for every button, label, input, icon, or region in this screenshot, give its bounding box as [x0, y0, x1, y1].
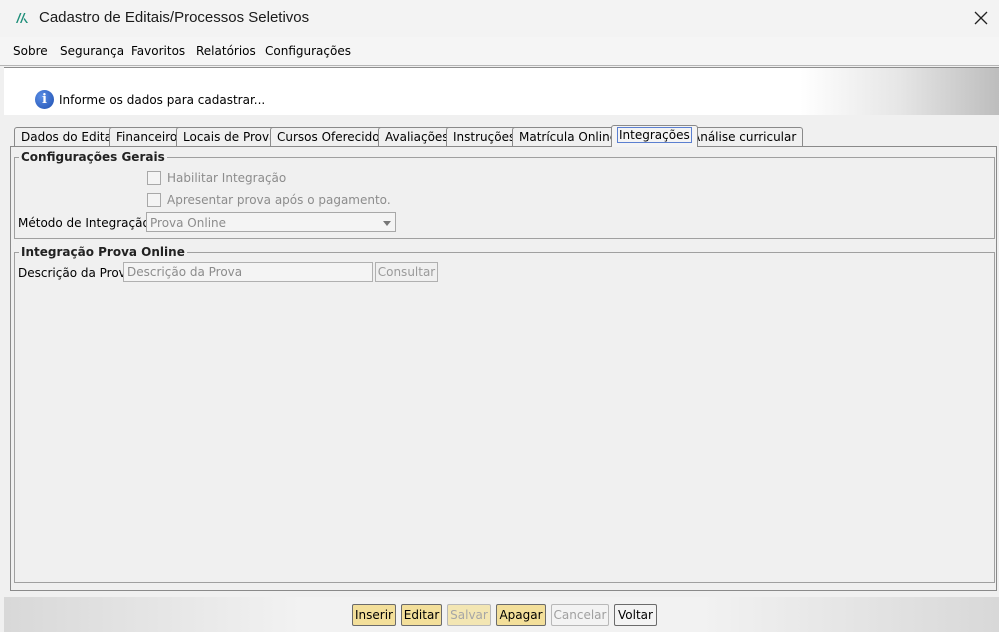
- descricao-prova-input[interactable]: Descrição da Prova: [123, 262, 373, 282]
- menu-seguranca[interactable]: Segurança: [60, 44, 124, 58]
- descricao-prova-label: Descrição da Prova:: [18, 266, 138, 280]
- tab-cursos-oferecidos[interactable]: Cursos Oferecidos: [270, 127, 393, 147]
- apresentar-prova-box[interactable]: [147, 193, 161, 207]
- voltar-button[interactable]: Voltar: [614, 604, 657, 626]
- info-message: Informe os dados para cadastrar...: [59, 93, 266, 107]
- salvar-button[interactable]: Salvar: [447, 604, 491, 626]
- menu-configuracoes[interactable]: Configurações: [265, 44, 351, 58]
- tab-integracoes-label: Integrações: [617, 127, 692, 143]
- habilitar-integracao-checkbox[interactable]: Habilitar Integração: [147, 171, 286, 185]
- habilitar-integracao-label: Habilitar Integração: [167, 171, 287, 185]
- window-title: Cadastro de Editais/Processos Seletivos: [39, 9, 310, 26]
- apresentar-prova-label: Apresentar prova após o pagamento.: [167, 193, 391, 207]
- habilitar-integracao-box[interactable]: [147, 171, 161, 185]
- apagar-button[interactable]: Apagar: [496, 604, 546, 626]
- tab-avaliacoes[interactable]: Avaliações: [378, 127, 456, 147]
- app-logo-icon: [16, 13, 28, 23]
- tab-matricula-online[interactable]: Matrícula Online: [512, 127, 625, 147]
- info-icon: i: [35, 90, 54, 109]
- tab-dados-do-edital[interactable]: Dados do Edital: [14, 127, 123, 147]
- metodo-integracao-label: Método de Integração:: [18, 216, 154, 230]
- menu-favoritos[interactable]: Favoritos: [131, 44, 185, 58]
- title-bar: Cadastro de Editais/Processos Seletivos: [0, 0, 999, 37]
- inserir-button[interactable]: Inserir: [352, 604, 396, 626]
- tab-locais-de-prova[interactable]: Locais de Prova: [176, 127, 284, 147]
- metodo-integracao-select[interactable]: Prova Online: [146, 212, 396, 232]
- consultar-button[interactable]: Consultar: [375, 262, 438, 282]
- action-bar: Inserir Editar Salvar Apagar Cancelar Vo…: [4, 597, 999, 632]
- prova-online-group: Integração Prova Online: [14, 245, 995, 583]
- menu-sobre[interactable]: Sobre: [13, 44, 48, 58]
- tab-strip: Dados do Edital Financeiro Locais de Pro…: [10, 125, 995, 147]
- tab-instrucoes[interactable]: Instruções: [446, 127, 523, 147]
- tab-panel-integracoes: Configurações Gerais Habilitar Integraçã…: [10, 146, 997, 591]
- config-gerais-legend: Configurações Gerais: [21, 150, 165, 164]
- menu-bar: Sobre Segurança Favoritos Relatórios Con…: [0, 37, 999, 66]
- menu-relatorios[interactable]: Relatórios: [196, 44, 256, 58]
- info-banner: i Informe os dados para cadastrar...: [4, 67, 999, 115]
- tab-financeiro[interactable]: Financeiro: [109, 127, 185, 147]
- cancelar-button[interactable]: Cancelar: [551, 604, 609, 626]
- close-icon: [974, 11, 988, 25]
- prova-online-legend: Integração Prova Online: [21, 245, 185, 259]
- chevron-down-icon: [383, 221, 391, 226]
- close-button[interactable]: [967, 4, 995, 32]
- editar-button[interactable]: Editar: [401, 604, 442, 626]
- metodo-integracao-value: Prova Online: [150, 216, 227, 230]
- apresentar-prova-checkbox[interactable]: Apresentar prova após o pagamento.: [147, 193, 391, 207]
- tab-integracoes[interactable]: Integrações: [611, 125, 698, 147]
- tab-analise-curricular[interactable]: Análise curricular: [685, 127, 804, 147]
